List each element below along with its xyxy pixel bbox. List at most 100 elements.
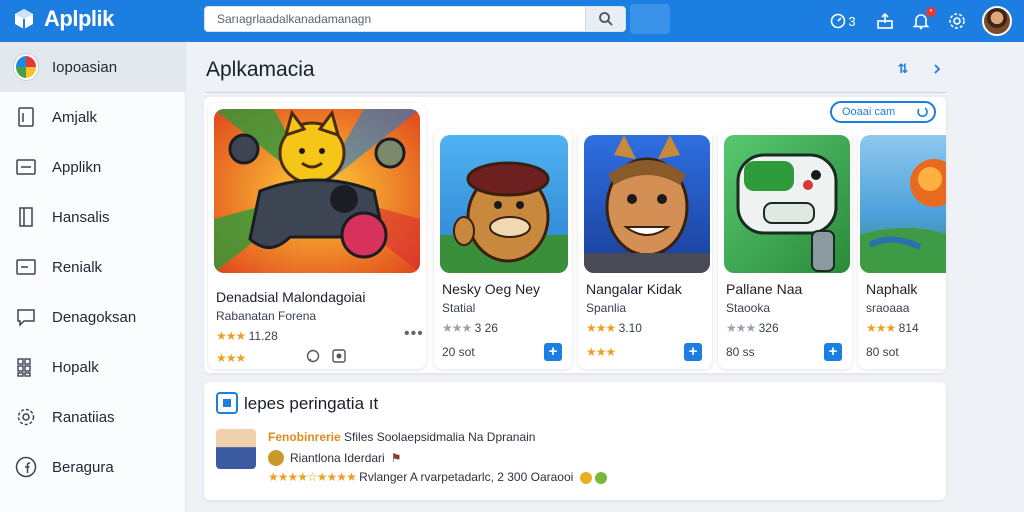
app-thumbnail [214,109,420,273]
sidebar: Iopoasian Amjalk Applikn Hansalis Renial… [0,42,186,512]
review-stars: ★★★★☆★★★★ [268,470,357,484]
review-detail: Rvlanger A rvarpetadarlc, 2 300 Oaraooi [359,470,574,484]
app-card[interactable]: Naphalk sraoaaa ★★★ 814 80 sot [858,129,946,369]
app-rating: ★★★ 326 [726,321,779,335]
reviews-title: lepes peringatia ıt [244,394,379,413]
app-name: Pallane Naa [726,281,803,297]
app-thumbnail [584,135,710,273]
app-name: Naphalk [866,281,918,297]
review-author[interactable]: Fenobinrerie [268,430,341,444]
app-developer: Spanlia [586,301,627,315]
settings-button[interactable] [946,10,968,32]
sidebar-item-apps[interactable]: Amjalk [0,92,185,142]
sidebar-item-home[interactable]: Iopoasian [0,42,185,92]
gauge-icon [831,13,846,29]
book-icon [14,205,38,229]
apps-panel: Ooaai cam Denadsial Malondagoiai Rabanat… [204,97,946,373]
upload-icon [877,12,893,29]
add-button[interactable]: + [544,343,562,361]
sidebar-item-label: Beragura [52,458,114,476]
rating-value: 3.10 [618,321,642,335]
user-avatar[interactable] [982,6,1012,36]
search-input[interactable] [205,7,587,31]
sidebar-item-label: Amjalk [52,108,98,126]
top-actions: 3 • [826,5,1012,37]
app-installs: 80 ss [726,345,755,359]
review-sub: Riantlona Iderdari ⚑ [268,450,402,466]
refresh-icon [917,107,928,118]
search-button[interactable] [585,7,625,31]
add-button[interactable]: + [824,343,842,361]
rating-value: 814 [898,321,919,335]
review-subtitle: Riantlona Iderdari [290,451,385,465]
app-card[interactable]: Pallane Naa Staooka ★★★ 326 80 ss + [718,129,852,369]
more-options-icon[interactable]: ••• [404,325,424,343]
color-wheel-icon [14,54,38,80]
stats-button[interactable]: 3 [826,10,860,32]
app-name: Aplplik [44,6,114,31]
rating-value: 326 [758,321,779,335]
sidebar-item-messages[interactable]: Denagoksan [0,292,185,342]
grid-icon [14,355,38,379]
sidebar-item-label: Ranatiias [52,408,115,426]
document-icon [14,105,38,129]
app-card[interactable]: Nangalar Kidak Spanlia ★★★ 3.10 ★★★ + [578,129,712,369]
review-text: Sfiles Soolaepsidmalia Na Dpranain [344,430,536,444]
sort-button[interactable]: ⇅ [893,61,913,77]
sidebar-item-settings[interactable]: Ranatiias [0,392,185,442]
app-installs: 20 sot [442,345,475,359]
app-thumbnail [724,135,850,273]
app-logo[interactable]: Aplplik [12,6,114,32]
search-extra-button[interactable] [630,4,670,34]
image-icon[interactable] [332,349,346,368]
page-title: Aplkamacia [206,58,315,81]
app-card[interactable]: Denadsial Malondagoiai Rabanatan Forena … [208,103,426,369]
notifications-button[interactable]: • [910,7,936,32]
top-bar: Aplplik 3 [0,0,1024,42]
logo-cube-icon [15,9,33,29]
upload-button[interactable] [874,10,896,32]
app-developer: Statial [442,301,476,315]
app-developer: Rabanatan Forena [216,309,317,323]
rating-value: 3 26 [474,321,498,335]
filter-chip[interactable]: Ooaai cam [830,101,936,123]
app-name: Nesky Oeg Ney [442,281,541,297]
app-developer: sraoaaa [866,301,910,315]
extra-stars: ★★★ [216,351,246,365]
stats-count: 3 [848,13,856,29]
sidebar-item-label: Applikn [52,158,102,176]
review-rating-row: ★★★★☆★★★★ Rvlanger A rvarpetadarlc, 2 30… [268,470,607,484]
app-rating: ★★★ 3.10 [586,321,642,335]
rating-stars: ★★★ [216,329,246,343]
sidebar-item-social[interactable]: Beragura [0,442,185,492]
app-extra-rating: ★★★ [216,351,246,365]
extra-stars: ★★★ [586,345,616,359]
sidebar-item-grid[interactable]: Hopalk [0,342,185,392]
comment-icon[interactable] [306,349,320,368]
sidebar-item-applications[interactable]: Applikn [0,142,185,192]
app-rating: ★★★ 814 [866,321,919,335]
flag-icon: ⚑ [390,451,402,465]
reviewer-avatar[interactable] [216,429,256,469]
sidebar-item-library[interactable]: Hansalis [0,192,185,242]
sidebar-item-label: Iopoasian [52,58,118,76]
app-card[interactable]: Nesky Oeg Ney Statial ★★★ 3 26 20 sot + [434,129,572,369]
app-developer: Staooka [726,301,771,315]
emoji-icon [594,471,607,484]
reviews-panel: lepes peringatia ıt Fenobinrerie Sfiles … [204,382,946,500]
add-button[interactable]: + [684,343,702,361]
minus-box-icon [14,255,38,279]
next-button[interactable] [927,61,947,77]
inbox-icon [14,155,38,179]
app-name: Nangalar Kidak [586,281,682,297]
sidebar-item-label: Hansalis [52,208,110,226]
app-extra-rating: ★★★ [586,345,616,359]
gear-icon [14,405,38,429]
chevron-right-icon [934,64,941,74]
app-name: Denadsial Malondagoiai [216,289,366,305]
sidebar-item-reviews[interactable]: Renialk [0,242,185,292]
sidebar-item-label: Denagoksan [52,308,137,326]
rating-stars: ★★★ [442,321,472,335]
app-rating: ★★★ 3 26 [442,321,498,335]
review-section-icon [216,392,238,414]
